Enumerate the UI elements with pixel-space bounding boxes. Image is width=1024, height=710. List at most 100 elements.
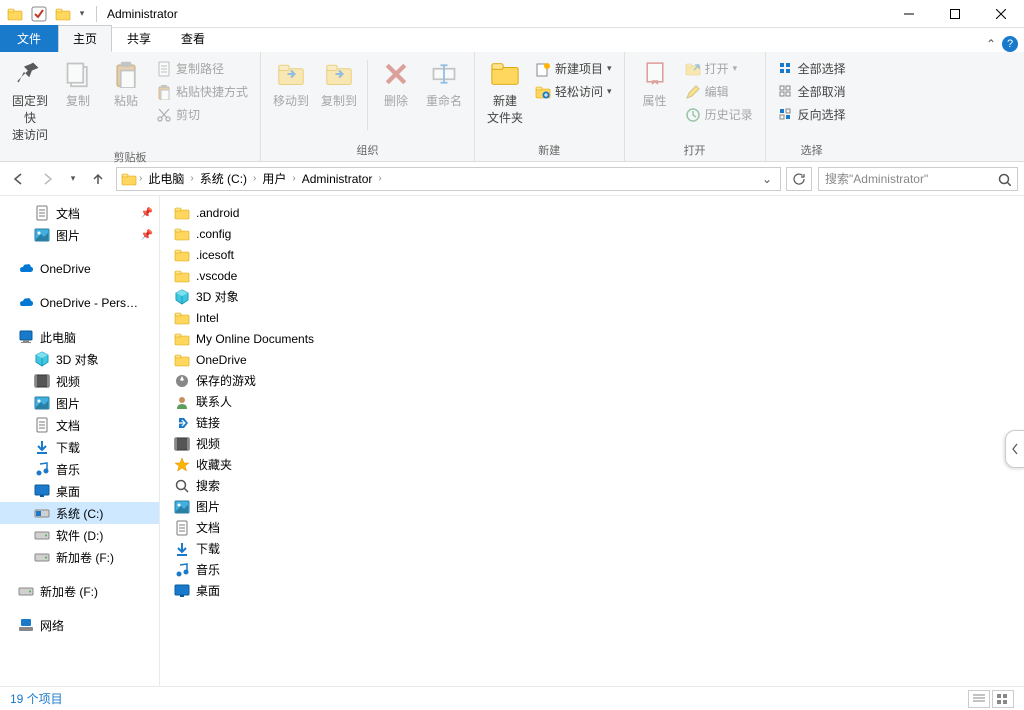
file-item[interactable]: 保存的游戏 [170,370,1014,391]
copy-to-button[interactable]: 复制到 [315,56,363,111]
details-view-button[interactable] [968,690,990,708]
tree-videos[interactable]: 视频 [0,370,159,392]
chevron-right-icon[interactable]: › [139,173,142,184]
music-icon [34,461,50,477]
minimize-button[interactable] [886,0,932,28]
maximize-button[interactable] [932,0,978,28]
up-button[interactable] [86,167,110,191]
tab-view[interactable]: 查看 [166,25,220,52]
tree-documents2[interactable]: 文档 [0,414,159,436]
group-select: 全部选择 全部取消 反向选择 选择 [766,52,858,161]
breadcrumb[interactable]: Administrator [298,172,377,186]
copy-path-button[interactable]: 复制路径 [154,58,250,79]
tree-music[interactable]: 音乐 [0,458,159,480]
file-item[interactable]: 搜索 [170,475,1014,496]
address-bar[interactable]: › 此电脑› 系统 (C:)› 用户› Administrator› ⌄ [116,167,781,191]
paste-shortcut-button[interactable]: 粘贴快捷方式 [154,81,250,102]
tree-downloads[interactable]: 下载 [0,436,159,458]
file-item[interactable]: Intel [170,307,1014,328]
tree-drive-d[interactable]: 软件 (D:) [0,524,159,546]
qat-properties-icon[interactable] [28,3,50,25]
tree-this-pc[interactable]: 此电脑 [0,326,159,348]
file-item[interactable]: 链接 [170,412,1014,433]
drive-icon [34,549,50,565]
file-item[interactable]: 收藏夹 [170,454,1014,475]
history-button[interactable]: 历史记录 [683,104,755,125]
properties-button[interactable]: 属性 [631,56,679,111]
chevron-right-icon[interactable]: › [292,173,295,184]
onedrive-icon [18,261,34,277]
ribbon-collapse-icon[interactable]: ⌃ [986,37,996,51]
paste-button[interactable]: 粘贴 [102,56,150,111]
easy-access-button[interactable]: 轻松访问▾ [533,81,614,102]
tree-onedrive[interactable]: OneDrive [0,258,159,280]
close-button[interactable] [978,0,1024,28]
file-item[interactable]: OneDrive [170,349,1014,370]
drive-icon [34,505,50,521]
file-item[interactable]: 文档 [170,517,1014,538]
ribbon-tabs: 文件 主页 共享 查看 ⌃ ? [0,28,1024,52]
file-item[interactable]: 下载 [170,538,1014,559]
file-item[interactable]: .icesoft [170,244,1014,265]
chevron-right-icon[interactable]: › [378,173,381,184]
qat-dropdown-icon[interactable]: ▾ [76,3,88,25]
tab-file[interactable]: 文件 [0,25,58,52]
contacts-icon [174,394,190,410]
file-item[interactable]: 音乐 [170,559,1014,580]
ribbon: 固定到快 速访问 复制 粘贴 复制路径 粘贴快捷方式 剪切 剪贴板 移动到 复制… [0,52,1024,162]
tree-drive-f[interactable]: 新加卷 (F:) [0,546,159,568]
file-item[interactable]: .config [170,223,1014,244]
help-icon[interactable]: ? [1002,36,1018,52]
breadcrumb[interactable]: 此电脑 [144,170,188,187]
tab-share[interactable]: 共享 [112,25,166,52]
back-button[interactable] [6,167,30,191]
edit-button[interactable]: 编辑 [683,81,755,102]
folder-icon [174,331,190,347]
delete-button[interactable]: 删除 [372,56,420,111]
music-icon [174,562,190,578]
invert-selection-button[interactable]: 反向选择 [776,104,848,125]
file-item[interactable]: My Online Documents [170,328,1014,349]
tree-documents[interactable]: 文档📌 [0,202,159,224]
tree-pictures2[interactable]: 图片 [0,392,159,414]
chevron-right-icon[interactable]: › [190,173,193,184]
move-to-button[interactable]: 移动到 [267,56,315,111]
copy-button[interactable]: 复制 [54,56,102,111]
breadcrumb[interactable]: 系统 (C:) [196,170,251,187]
tree-newvol[interactable]: 新加卷 (F:) [0,580,159,602]
new-folder-button[interactable]: 新建 文件夹 [481,56,529,128]
chevron-right-icon[interactable]: › [253,173,256,184]
select-none-button[interactable]: 全部取消 [776,81,848,102]
file-item[interactable]: 图片 [170,496,1014,517]
tree-onedrive-personal[interactable]: OneDrive - Pers… [0,292,159,314]
open-button[interactable]: 打开▾ [683,58,755,79]
file-item[interactable]: 3D 对象 [170,286,1014,307]
breadcrumb[interactable]: 用户 [258,170,290,187]
file-item[interactable]: 桌面 [170,580,1014,601]
file-item[interactable]: 视频 [170,433,1014,454]
forward-button[interactable] [36,167,60,191]
cut-button[interactable]: 剪切 [154,104,250,125]
file-item[interactable]: .android [170,202,1014,223]
recent-dropdown[interactable]: ▾ [66,167,80,191]
rename-button[interactable]: 重命名 [420,56,468,111]
new-item-button[interactable]: 新建项目▾ [533,58,614,79]
file-item[interactable]: .vscode [170,265,1014,286]
tree-desktop[interactable]: 桌面 [0,480,159,502]
icons-view-button[interactable] [992,690,1014,708]
tree-pictures[interactable]: 图片📌 [0,224,159,246]
select-all-button[interactable]: 全部选择 [776,58,848,79]
tab-home[interactable]: 主页 [58,25,112,52]
search-input[interactable] [825,172,997,186]
folder-icon [174,205,190,221]
pin-quickaccess-button[interactable]: 固定到快 速访问 [6,56,54,145]
address-dropdown[interactable]: ⌄ [758,172,776,186]
tree-drive-c[interactable]: 系统 (C:) [0,502,159,524]
refresh-button[interactable] [786,167,812,191]
tree-3d-objects[interactable]: 3D 对象 [0,348,159,370]
search-box[interactable] [818,167,1018,191]
side-peek-handle[interactable] [1005,430,1024,468]
tree-network[interactable]: 网络 [0,614,159,636]
file-name: My Online Documents [196,332,314,346]
file-item[interactable]: 联系人 [170,391,1014,412]
